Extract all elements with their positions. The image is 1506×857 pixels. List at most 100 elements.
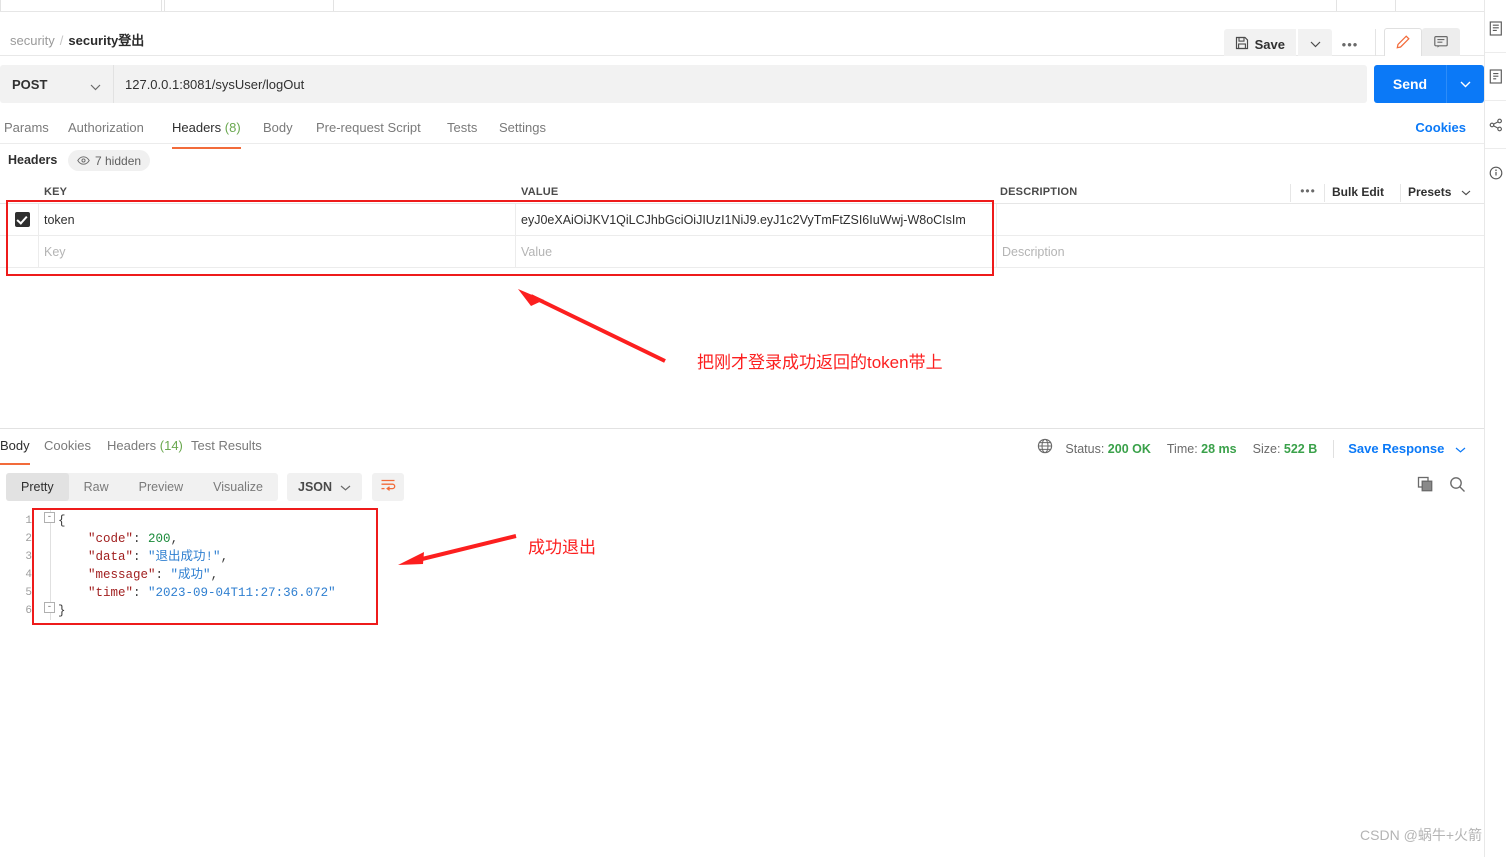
send-button[interactable]: Send [1374,65,1446,103]
share-icon [1489,118,1503,137]
request-more-actions-button[interactable]: ••• [1338,29,1362,59]
cell-divider [38,236,39,268]
tab-label: Body [263,120,293,135]
cookies-link[interactable]: Cookies [1415,120,1466,135]
search-response-button[interactable] [1449,476,1466,498]
tab-label: Body [0,438,30,453]
header-description-cell-empty[interactable]: Description [1002,236,1292,268]
header-description-cell[interactable] [1002,204,1292,236]
eye-icon [77,152,90,170]
fold-open-brace[interactable]: - [44,512,55,523]
language-selector[interactable]: JSON [287,473,363,501]
info-circle-icon [1489,166,1503,185]
line-numbers: 1 2 3 4 5 6 [25,515,32,617]
rail-info-button[interactable] [1486,164,1506,186]
rail-code-snippet-button[interactable] [1486,68,1506,90]
tab-label: Test Results [191,438,262,453]
tab-count: (8) [224,120,241,135]
breadcrumb-bar: security / security登出 Save ••• [0,12,1484,60]
header-value-cell[interactable]: eyJ0eXAiOiJKV1QiLCJhbGciOiJIUzI1NiJ9.eyJ… [521,204,998,236]
headers-table-header: KEY VALUE DESCRIPTION ••• Bulk Edit Pres… [0,182,1484,204]
status-divider [1333,439,1335,458]
pencil-icon [1395,34,1411,55]
tab-tests[interactable]: Tests [447,112,477,144]
header-key-cell-empty[interactable]: Key [44,236,519,268]
copy-icon [1417,476,1434,497]
tab-label: Pre-request Script [316,120,421,135]
size-value: 522 B [1283,441,1318,456]
chevron-down-icon [1460,75,1471,93]
document-icon [1489,21,1503,41]
view-raw[interactable]: Raw [69,473,124,501]
wrap-lines-button[interactable] [372,473,404,501]
tab-label: Authorization [68,120,144,135]
headers-table: KEY VALUE DESCRIPTION ••• Bulk Edit Pres… [0,182,1484,268]
response-status-bar: Status: 200 OK Time: 28 ms Size: 522 B S… [1037,438,1466,459]
tab-params[interactable]: Params [4,112,49,144]
send-options-button[interactable] [1446,65,1484,103]
rail-share-button[interactable] [1486,116,1506,138]
request-url-bar: POST 127.0.0.1:8081/sysUser/logOut Send [0,56,1484,112]
headers-more-actions-button[interactable]: ••• [1296,184,1320,202]
tab-label: Cookies [44,438,91,453]
tab-body[interactable]: Body [263,112,293,144]
response-pane-divider [0,428,1484,429]
status-value: 200 OK [1107,441,1151,456]
size-label: Size: [1252,441,1281,456]
save-button[interactable]: Save [1223,29,1296,59]
view-pretty[interactable]: Pretty [6,473,69,501]
response-tab-headers[interactable]: Headers (14) [107,432,183,462]
save-response-label: Save Response [1348,441,1445,456]
breadcrumb-separator: / [59,33,64,48]
response-size: Size: 522 B [1253,442,1318,456]
headers-subheader: Headers 7 hidden [0,148,1484,176]
tab-label: Headers [107,438,157,453]
response-tab-test-results[interactable]: Test Results [191,432,262,462]
search-icon [1449,477,1466,497]
header-value-cell-empty[interactable]: Value [521,236,998,268]
view-visualize[interactable]: Visualize [198,473,278,501]
cell-divider [996,236,997,268]
time-value: 28 ms [1201,441,1237,456]
fold-close-brace[interactable]: - [44,602,55,613]
tab-label: Settings [499,120,546,135]
method-selector[interactable]: POST [0,65,114,103]
cell-divider [38,204,39,236]
save-response-button[interactable]: Save Response [1348,441,1466,456]
right-sidebar [1484,0,1506,857]
copy-response-button[interactable] [1417,476,1434,498]
view-preview[interactable]: Preview [124,473,198,501]
tab-authorization[interactable]: Authorization [68,112,144,144]
tab-settings[interactable]: Settings [499,112,546,144]
header-key-cell[interactable]: token [44,204,519,236]
rail-document-button[interactable] [1486,20,1506,42]
hidden-headers-toggle[interactable]: 7 hidden [68,150,151,171]
bulk-edit-button[interactable]: Bulk Edit [1332,185,1384,199]
breadcrumb-parent[interactable]: security [10,33,55,48]
response-body-viewer[interactable]: 1 2 3 4 5 6 - - { "code": 200, "data": "… [0,506,1484,836]
breadcrumb-current: security登出 [68,33,145,48]
response-tabs: Body Cookies Headers (14) Test Results S… [0,432,1484,465]
rail-divider [1485,100,1506,101]
presets-button[interactable]: Presets [1408,185,1471,199]
tab-headers[interactable]: Headers (8) [172,112,241,149]
cell-divider [515,236,516,268]
wrap-lines-icon [380,478,396,497]
active-tab-underline [0,463,30,465]
response-tab-body[interactable]: Body [0,432,30,465]
tab-pre-request-script[interactable]: Pre-request Script [316,112,421,144]
table-row[interactable]: Key Value Description [0,236,1484,268]
row-checkbox[interactable] [15,212,30,227]
time-label: Time: [1166,441,1198,456]
chevron-down-icon [1455,441,1466,456]
save-options-button[interactable] [1298,29,1332,59]
url-input[interactable]: 127.0.0.1:8081/sysUser/logOut [114,65,1367,103]
column-header-description: DESCRIPTION [1000,186,1078,198]
postman-window: security / security登出 Save ••• POST 127.… [0,0,1506,857]
tab-label: Tests [447,120,478,135]
table-row[interactable]: token eyJ0eXAiOiJKV1QiLCJhbGciOiJIUzI1Ni… [0,204,1484,236]
status-code: Status: 200 OK [1065,442,1151,456]
response-tab-cookies[interactable]: Cookies [44,432,91,462]
tab-strip [0,0,1506,12]
request-tabs: Params Authorization Headers (8) Body Pr… [0,112,1484,149]
